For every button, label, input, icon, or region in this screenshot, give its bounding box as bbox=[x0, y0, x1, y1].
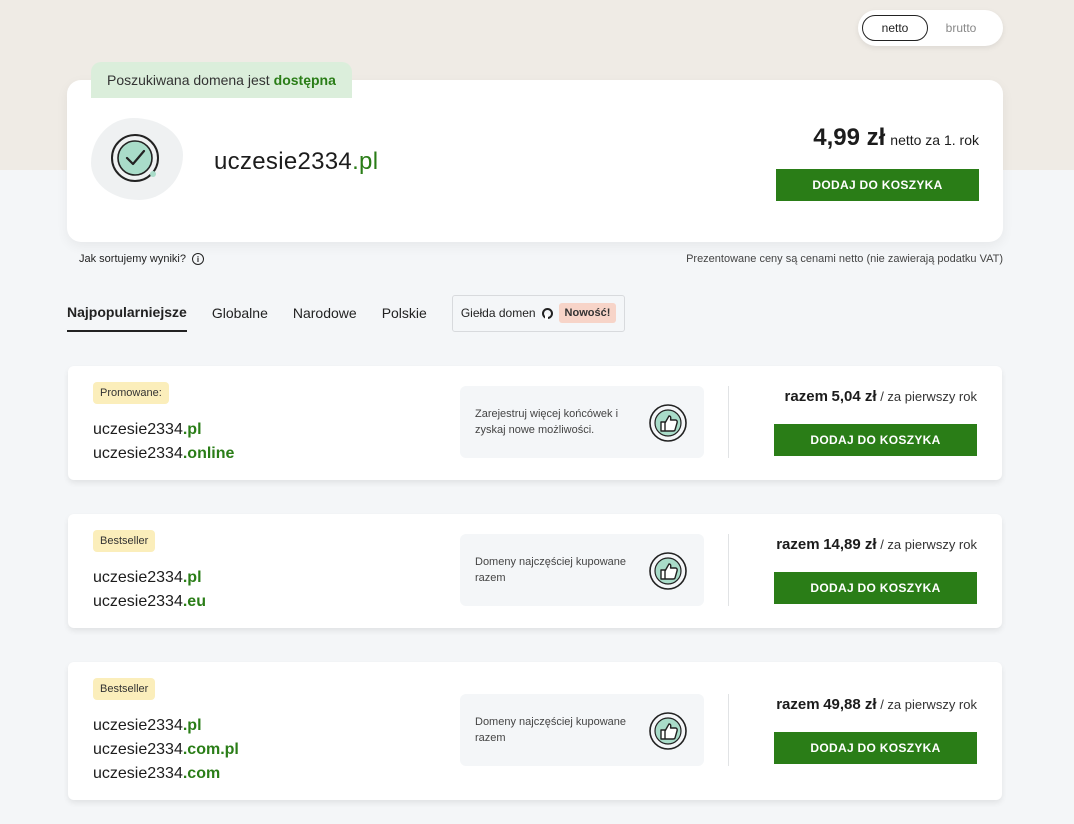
vat-note: Prezentowane ceny są cenami netto (nie z… bbox=[686, 253, 1003, 265]
toggle-brutto[interactable]: brutto bbox=[928, 15, 994, 41]
availability-badge: Poszukiwana domena jest dostępna bbox=[91, 62, 352, 98]
offer-domain: uczesie2334.eu bbox=[93, 593, 206, 610]
new-badge: Nowość! bbox=[558, 303, 617, 323]
offer-domain-list: uczesie2334.pl uczesie2334.com.pl uczesi… bbox=[93, 714, 239, 786]
check-circle-icon bbox=[111, 134, 159, 182]
offer-price: razem 49,88 zł / za pierwszy rok bbox=[776, 696, 977, 713]
offer-promo-box: Domeny najczęściej kupowane razem bbox=[460, 534, 704, 606]
tab-gielda-domen[interactable]: Giełda domen Nowość! bbox=[451, 294, 626, 332]
offer-card: Bestseller uczesie2334.pl uczesie2334.co… bbox=[68, 662, 1002, 800]
tab-globalne[interactable]: Globalne bbox=[212, 294, 268, 332]
offer-add-to-cart-button[interactable]: DODAJ DO KOSZYKA bbox=[774, 732, 977, 764]
thumbs-up-icon bbox=[649, 404, 687, 442]
offer-tag: Bestseller bbox=[93, 530, 156, 552]
availability-status: dostępna bbox=[273, 72, 336, 88]
offer-card: Promowane: uczesie2334.pl uczesie2334.on… bbox=[68, 366, 1002, 480]
offer-domain-list: uczesie2334.pl uczesie2334.online bbox=[93, 418, 234, 466]
searched-domain: uczesie2334.pl bbox=[214, 148, 378, 176]
offer-divider bbox=[728, 534, 729, 606]
thumbs-up-icon bbox=[649, 552, 687, 590]
availability-text: Poszukiwana domena jest bbox=[107, 72, 270, 88]
info-icon[interactable]: i bbox=[191, 253, 204, 265]
search-result-card: uczesie2334.pl 4,99 zł netto za 1. rok D… bbox=[67, 80, 1003, 242]
thumbs-up-icon bbox=[649, 712, 687, 750]
offer-promo-text: Domeny najczęściej kupowane razem bbox=[475, 716, 627, 744]
tab-najpopularniejsze[interactable]: Najpopularniejsze bbox=[67, 294, 187, 332]
offer-domain: uczesie2334.online bbox=[93, 445, 235, 462]
offer-add-to-cart-button[interactable]: DODAJ DO KOSZYKA bbox=[774, 572, 977, 604]
searched-domain-name: uczesie2334 bbox=[214, 148, 353, 175]
netto-brutto-toggle[interactable]: netto brutto bbox=[858, 10, 1003, 46]
offer-promo-text: Zarejestruj więcej końcówek i zyskaj now… bbox=[475, 408, 619, 436]
market-logo-icon bbox=[541, 307, 553, 320]
offer-price: razem 5,04 zł / za pierwszy rok bbox=[784, 388, 977, 405]
offer-promo-box: Zarejestruj więcej końcówek i zyskaj now… bbox=[460, 386, 704, 458]
offer-divider bbox=[728, 386, 729, 458]
offer-tag: Promowane: bbox=[93, 382, 169, 404]
offer-card: Bestseller uczesie2334.pl uczesie2334.eu… bbox=[68, 514, 1002, 628]
offer-price: razem 14,89 zł / za pierwszy rok bbox=[776, 536, 977, 553]
offer-domain-list: uczesie2334.pl uczesie2334.eu bbox=[93, 566, 206, 614]
price-amount: 4,99 zł bbox=[813, 124, 886, 151]
searched-domain-price: 4,99 zł netto za 1. rok bbox=[813, 124, 979, 152]
toggle-netto[interactable]: netto bbox=[862, 15, 928, 41]
offer-promo-box: Domeny najczęściej kupowane razem bbox=[460, 694, 704, 766]
offer-divider bbox=[728, 694, 729, 766]
offer-promo-text: Domeny najczęściej kupowane razem bbox=[475, 556, 627, 584]
available-check-icon-wrapper bbox=[91, 118, 183, 200]
add-to-cart-button[interactable]: DODAJ DO KOSZYKA bbox=[776, 169, 979, 201]
offer-add-to-cart-button[interactable]: DODAJ DO KOSZYKA bbox=[774, 424, 977, 456]
searched-domain-tld: .pl bbox=[352, 148, 379, 175]
offer-domain: uczesie2334.com bbox=[93, 765, 221, 782]
offer-domain: uczesie2334.pl bbox=[93, 717, 202, 734]
market-label: Giełda domen bbox=[460, 306, 536, 320]
category-tabs: Najpopularniejsze Globalne Narodowe Pols… bbox=[67, 294, 626, 332]
offer-domain: uczesie2334.pl bbox=[93, 421, 202, 438]
tab-narodowe[interactable]: Narodowe bbox=[293, 294, 357, 332]
offer-domain: uczesie2334.pl bbox=[93, 569, 202, 586]
sort-info-link[interactable]: Jak sortujemy wyniki? i bbox=[79, 253, 204, 265]
offer-domain: uczesie2334.com.pl bbox=[93, 741, 239, 758]
price-suffix: netto za 1. rok bbox=[890, 132, 979, 148]
offer-tag: Bestseller bbox=[93, 678, 156, 700]
tab-polskie[interactable]: Polskie bbox=[382, 294, 427, 332]
sort-info-label: Jak sortujemy wyniki? bbox=[79, 253, 186, 265]
